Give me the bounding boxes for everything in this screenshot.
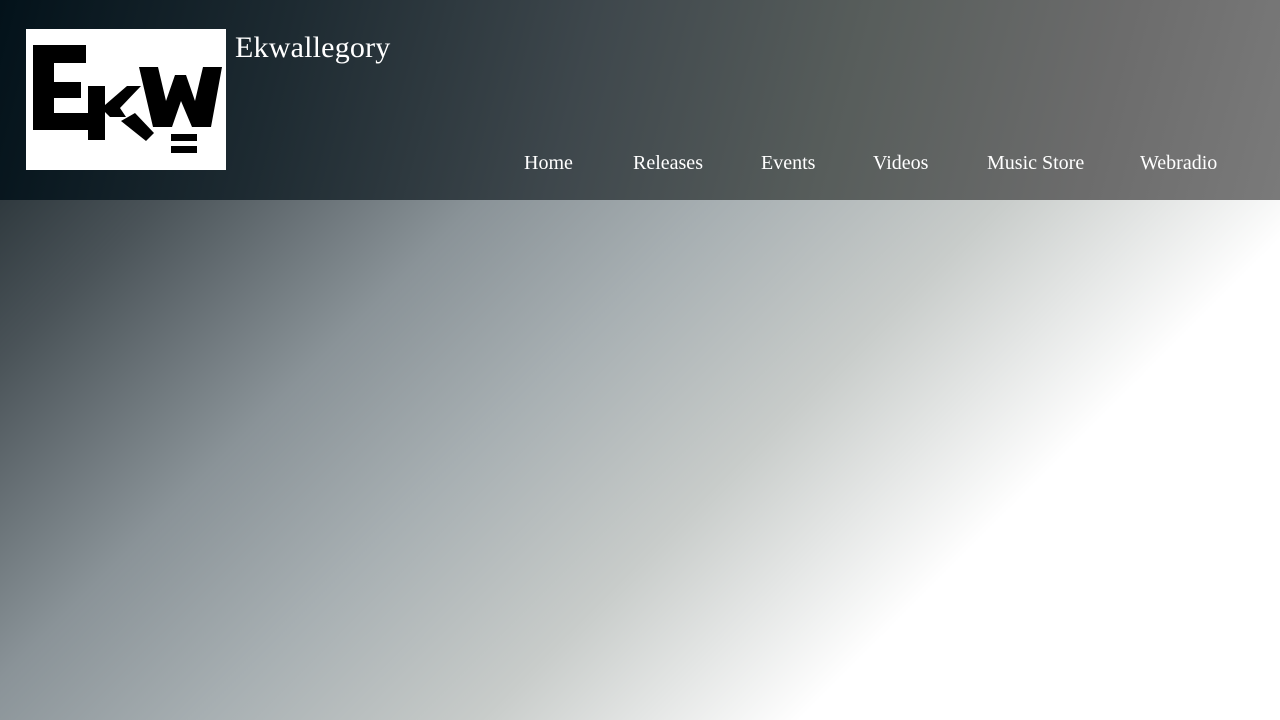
nav-item-events[interactable]: Events xyxy=(761,150,815,176)
nav-item-releases[interactable]: Releases xyxy=(633,150,703,176)
main-content xyxy=(0,200,1280,720)
nav-item-home[interactable]: Home xyxy=(524,150,573,176)
ekw-logo-icon xyxy=(33,45,222,153)
site-header: Ekwallegory Home Releases Events Videos … xyxy=(0,0,1280,200)
nav-item-webradio[interactable]: Webradio xyxy=(1140,150,1217,176)
nav-item-music-store[interactable]: Music Store xyxy=(987,150,1084,176)
site-logo[interactable] xyxy=(26,29,226,170)
site-title[interactable]: Ekwallegory xyxy=(235,30,390,66)
nav-item-videos[interactable]: Videos xyxy=(873,150,928,176)
main-nav: Home Releases Events Videos Music Store … xyxy=(0,150,1280,176)
